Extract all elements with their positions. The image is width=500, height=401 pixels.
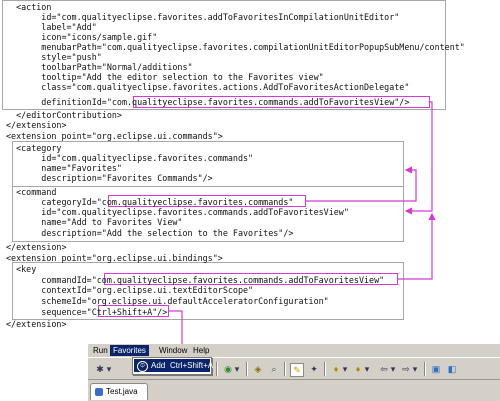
toolbar-separator <box>246 362 248 376</box>
menu-window[interactable]: Window <box>156 345 190 356</box>
chevron-down-icon[interactable]: ▾ <box>342 363 348 375</box>
editor-tab-test-java[interactable]: Test.java <box>90 383 148 400</box>
menu-bar: Run Favorites Window Help <box>88 344 500 357</box>
chevron-down-icon[interactable]: ▾ <box>364 363 370 375</box>
toolbar-separator <box>324 362 326 376</box>
prev-annotation-icon[interactable]: ♦ <box>352 363 364 375</box>
connector-definition-to-command <box>404 101 433 215</box>
menu-run[interactable]: Run <box>90 345 111 356</box>
search-icon[interactable]: ⌕ <box>268 363 280 375</box>
eclipse-window: Run Favorites Window Help ✱ ▾ ◉ ▾ ◈ ⌕ ✎ … <box>88 344 500 401</box>
java-file-icon <box>95 388 103 396</box>
menu-help[interactable]: Help <box>190 345 212 356</box>
xml-document: <action id="com.qualityeclipse.favorites… <box>0 0 500 364</box>
editor-tab-bar: Test.java <box>88 379 500 401</box>
toolbar-separator <box>424 362 426 376</box>
back-icon[interactable]: ⇦ <box>378 363 390 375</box>
toolbar-separator <box>284 362 286 376</box>
menu-item-add[interactable]: ⊙ Add Ctrl+Shift+A <box>134 359 214 372</box>
next-annotation-icon[interactable]: ♦ <box>330 363 342 375</box>
perspective-icon[interactable]: ▣ <box>430 363 442 375</box>
debug-gear-icon[interactable]: ✱ <box>94 363 106 375</box>
highlight-icon[interactable]: ✎ <box>290 363 304 377</box>
menu-item-add-label: Add <box>151 361 166 370</box>
add-favorite-icon: ⊙ <box>137 361 148 372</box>
java-perspective-icon[interactable]: ◧ <box>446 363 458 375</box>
menu-item-add-shortcut: Ctrl+Shift+A <box>170 361 214 370</box>
open-type-icon[interactable]: ◈ <box>252 363 264 375</box>
connector-lines <box>169 101 436 364</box>
chevron-down-icon[interactable]: ▾ <box>412 363 418 375</box>
toolbar-separator <box>216 362 218 376</box>
chevron-down-icon[interactable]: ▾ <box>106 363 112 375</box>
chevron-down-icon[interactable]: ▾ <box>390 363 396 375</box>
run-icon[interactable]: ◉ <box>222 363 234 375</box>
menu-favorites[interactable]: Favorites <box>110 345 149 356</box>
favorites-dropdown: ⊙ Add Ctrl+Shift+A <box>132 357 214 375</box>
forward-icon[interactable]: ⇨ <box>400 363 412 375</box>
editor-tab-label: Test.java <box>106 387 138 396</box>
pin-icon[interactable]: ✦ <box>308 363 320 375</box>
connector-command-to-key <box>398 212 436 280</box>
connector-category-to-categoryid <box>306 166 417 202</box>
chevron-down-icon[interactable]: ▾ <box>234 363 240 375</box>
